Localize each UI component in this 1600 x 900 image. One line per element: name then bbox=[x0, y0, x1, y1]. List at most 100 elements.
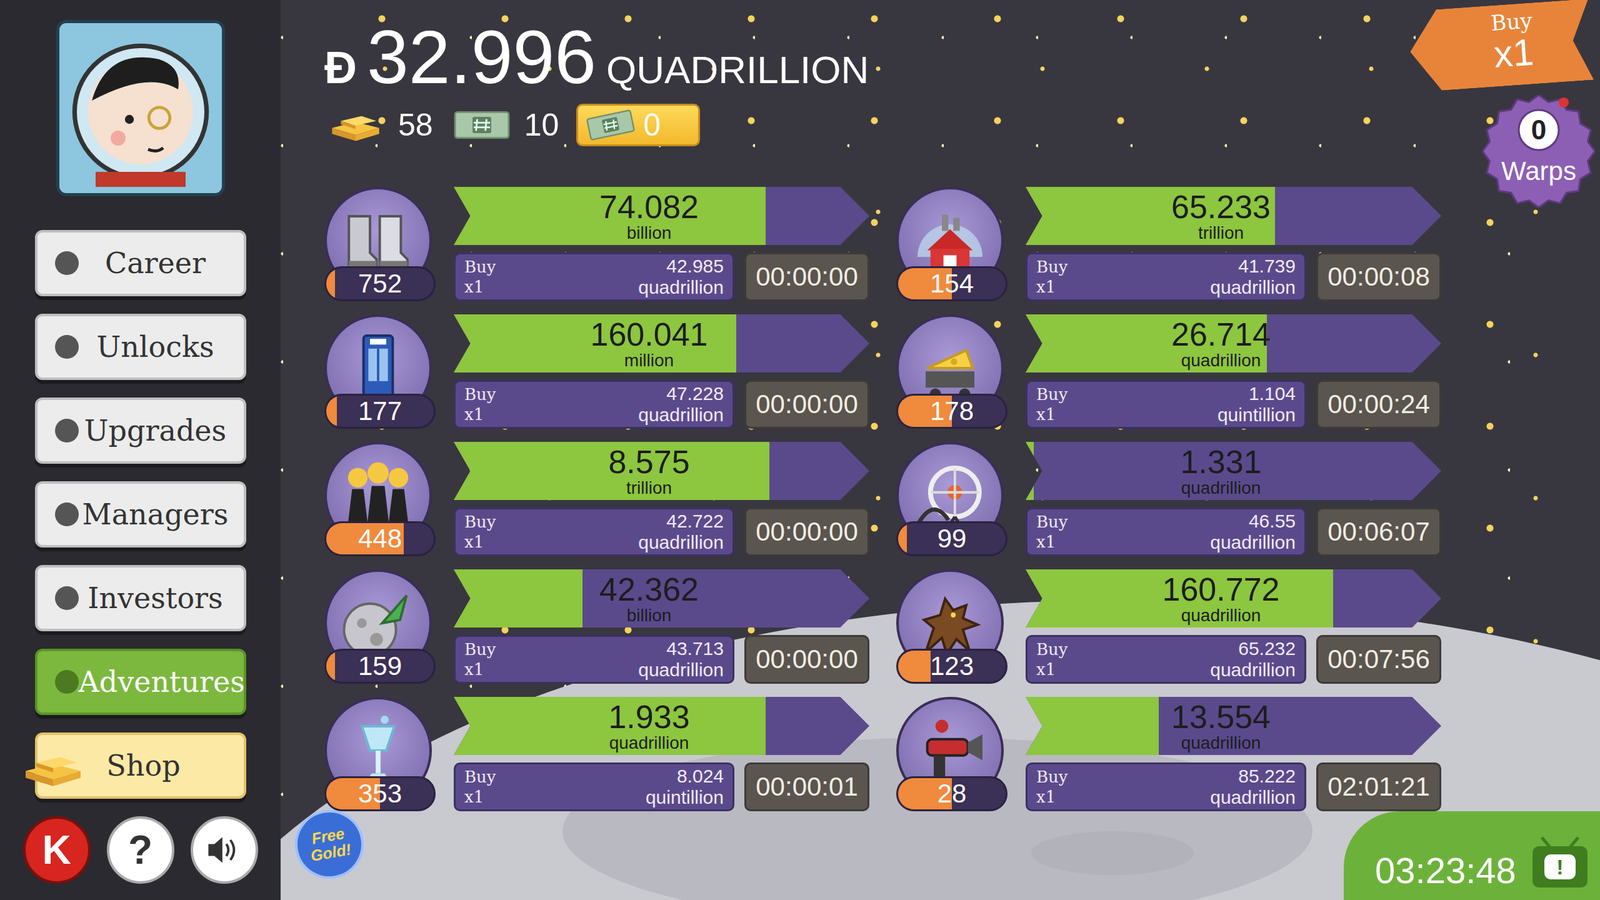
revenue-progress-bar[interactable]: 160.772quadrillion bbox=[1025, 569, 1442, 628]
business-controls: 42.362billionBuyx143.713quadrillion00:00… bbox=[453, 569, 870, 684]
sidebar: Career Unlocks Upgrades Managers Investors Ad… bbox=[0, 0, 281, 900]
buy-mode-button[interactable]: Buyx1 bbox=[1407, 0, 1594, 93]
currency-symbol: Ð bbox=[324, 41, 357, 94]
shop-button[interactable]: Shop bbox=[35, 732, 247, 799]
buy-text: Buy bbox=[1036, 511, 1069, 532]
buy-text: Buy bbox=[464, 766, 497, 787]
buy-button[interactable]: Buyx165.232quadrillion bbox=[1025, 635, 1307, 684]
buy-row: Buyx11.104quintillion 00:00:24 bbox=[1025, 380, 1442, 429]
revenue-value: 13.554 bbox=[1171, 700, 1271, 734]
cost-value: 85.222 bbox=[1238, 765, 1296, 787]
buy-multiplier: x1 bbox=[1036, 786, 1069, 807]
astronaut-icon bbox=[65, 29, 216, 187]
revenue-text: 1.331quadrillion bbox=[1025, 441, 1442, 500]
owned-number: 159 bbox=[326, 650, 434, 682]
buy-button[interactable]: Buyx11.104quintillion bbox=[1025, 380, 1307, 429]
business-controls: 1.933quadrillionBuyx18.024quintillion00:… bbox=[453, 696, 870, 812]
buy-multiplier: x1 bbox=[464, 786, 497, 807]
business-card: 353 1.933quadrillion Buyx18.024quintillion… bbox=[324, 696, 868, 812]
sound-button[interactable] bbox=[190, 816, 259, 884]
buy-row: Buyx142.985quadrillion00:00:00 bbox=[453, 252, 870, 302]
revenue-progress-bar[interactable]: 8.575trillion bbox=[453, 441, 870, 500]
buy-cost: 47.228quadrillion bbox=[638, 383, 724, 426]
revenue-value: 65.233 bbox=[1171, 190, 1271, 224]
owned-number: 154 bbox=[898, 268, 1006, 300]
business-card: 154 65.233trillion Buyx141.739quadrillion 0… bbox=[896, 186, 1440, 302]
status-dot bbox=[55, 502, 79, 527]
revenue-progress-bar[interactable]: 42.362billion bbox=[453, 569, 870, 628]
warps-badge[interactable]: 0Warps bbox=[1482, 95, 1595, 208]
business-icon-column: 28 bbox=[896, 696, 1008, 812]
help-button[interactable]: ? bbox=[106, 816, 175, 884]
sidebar-item[interactable]: Investors bbox=[35, 565, 247, 632]
timer-text: 02:01:21 bbox=[1327, 771, 1430, 802]
alert-mark: ! bbox=[1556, 855, 1564, 880]
buy-button[interactable]: Buyx142.722quadrillion bbox=[453, 507, 735, 557]
revenue-progress-bar[interactable]: 1.331quadrillion bbox=[1025, 441, 1442, 500]
alert-bubble: ! bbox=[1544, 854, 1576, 880]
buy-cost: 85.222quadrillion bbox=[1210, 765, 1296, 809]
revenue-progress-bar[interactable]: 74.082billion bbox=[453, 186, 870, 245]
business-icon-column: 353 bbox=[324, 696, 436, 812]
sidebar-item[interactable]: Upgrades bbox=[35, 397, 247, 464]
revenue-text: 65.233trillion bbox=[1025, 186, 1442, 245]
buy-button[interactable]: Buyx141.739quadrillion bbox=[1025, 252, 1307, 302]
sidebar-item[interactable]: Managers bbox=[35, 481, 247, 548]
revenue-progress-bar[interactable]: 26.714quadrillion bbox=[1025, 314, 1442, 373]
buy-cost: 42.985quadrillion bbox=[638, 255, 724, 299]
buy-row: Buyx142.722quadrillion00:00:00 bbox=[453, 507, 870, 557]
business-controls: 74.082billionBuyx142.985quadrillion00:00… bbox=[453, 186, 870, 302]
revenue-unit: quadrillion bbox=[1181, 606, 1262, 625]
buy-button[interactable]: Buyx18.024quintillion bbox=[453, 762, 735, 812]
buy-label: Buyx1 bbox=[1036, 766, 1069, 807]
revenue-value: 160.772 bbox=[1162, 572, 1280, 607]
revenue-progress-bar[interactable]: 13.554quadrillion bbox=[1025, 696, 1442, 755]
owned-number: 177 bbox=[326, 395, 434, 427]
sidebar-label: Managers bbox=[78, 497, 233, 532]
cost-unit: quadrillion bbox=[1210, 276, 1296, 299]
game-screen: Career Unlocks Upgrades Managers Investors Ad… bbox=[0, 0, 1600, 900]
owned-count: 752 bbox=[324, 266, 436, 302]
buy-multiplier: x1 bbox=[464, 531, 497, 552]
buy-button[interactable]: Buyx1 85.222quadrillion bbox=[1025, 762, 1307, 812]
buy-multiplier: x1 bbox=[464, 276, 497, 297]
revenue-progress-bar[interactable]: 1.933quadrillion bbox=[453, 696, 870, 755]
buy-button[interactable]: Buyx147.228quadrillion bbox=[453, 380, 735, 429]
business-controls: 65.233trillion Buyx141.739quadrillion 00:0… bbox=[1025, 186, 1442, 302]
timer-text: 00:00:08 bbox=[1327, 261, 1430, 292]
buy-label: Buyx1 bbox=[464, 511, 497, 552]
owned-number: 123 bbox=[898, 650, 1006, 682]
buy-row: Buyx147.228quadrillion00:00:00 bbox=[453, 380, 870, 429]
cost-unit: quadrillion bbox=[1210, 531, 1296, 554]
timer: 00:07:56 bbox=[1316, 635, 1442, 684]
revenue-unit: quadrillion bbox=[609, 733, 690, 753]
buy-button[interactable]: Buyx142.985quadrillion bbox=[453, 252, 735, 302]
buy-row: Buyx1 85.222quadrillion 02:01:21 bbox=[1025, 762, 1442, 812]
owned-number: 752 bbox=[326, 268, 434, 300]
business-icon-column: 154 bbox=[896, 186, 1008, 302]
revenue-progress-bar[interactable]: 160.041million bbox=[453, 314, 870, 373]
business-card: 4488.575trillionBuyx142.722quadrillion00… bbox=[324, 441, 868, 557]
cost-value: 1.104 bbox=[1248, 383, 1296, 405]
business-icon-column: 752 bbox=[324, 186, 436, 302]
sidebar-item[interactable]: Career bbox=[35, 230, 247, 297]
timer-text: 00:00:24 bbox=[1327, 389, 1430, 420]
event-timer[interactable]: 03:23:48! bbox=[1343, 811, 1600, 900]
ticket-counter[interactable]: 0 bbox=[576, 103, 700, 147]
kongregate-button[interactable]: K bbox=[23, 816, 91, 884]
buy-row: Buyx165.232quadrillion00:07:56 bbox=[1025, 635, 1442, 684]
buy-row: Buyx146.55quadrillion00:06:07 bbox=[1025, 507, 1442, 557]
buy-button[interactable]: Buyx143.713quadrillion bbox=[453, 635, 735, 684]
buy-button[interactable]: Buyx146.55quadrillion bbox=[1025, 507, 1307, 557]
avatar[interactable] bbox=[56, 20, 225, 197]
sidebar-item[interactable]: Adventures bbox=[35, 648, 247, 715]
owned-count: 28 bbox=[896, 776, 1008, 812]
business-controls: 1.331quadrillion Buyx146.55quadrillion00:… bbox=[1025, 441, 1442, 557]
tv-icon[interactable]: ! bbox=[1532, 836, 1588, 888]
sidebar-item[interactable]: Unlocks bbox=[35, 313, 247, 380]
revenue-progress-bar[interactable]: 65.233trillion bbox=[1025, 186, 1442, 245]
business-card: 177 160.041million Buyx147.228quadrillion0… bbox=[324, 314, 868, 429]
timer: 00:00:00 bbox=[744, 380, 870, 429]
business-controls: 160.041million Buyx147.228quadrillion00:0… bbox=[453, 314, 870, 429]
buy-label: Buyx1 bbox=[1036, 511, 1069, 552]
